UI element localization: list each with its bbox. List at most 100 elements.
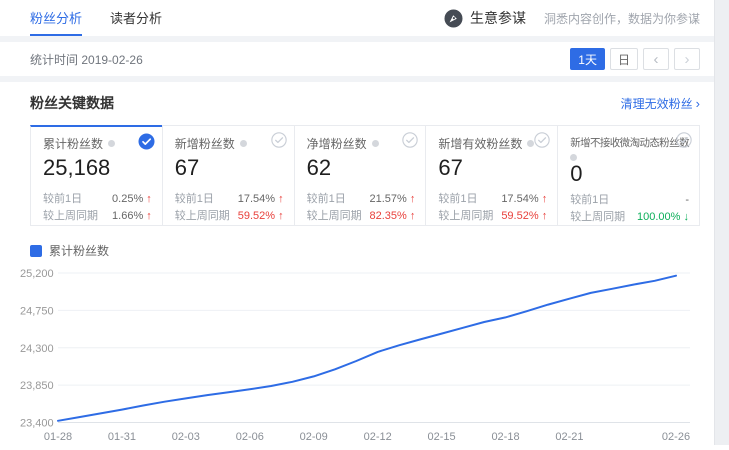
top-nav: 粉丝分析 读者分析 生意参谋 洞悉内容创作，数据为你参谋 <box>0 0 714 36</box>
compare-value: 0.25% <box>112 193 143 205</box>
card-value: 62 <box>307 155 416 181</box>
info-dot-icon <box>570 154 577 161</box>
section-header: 粉丝关键数据 清理无效粉丝› <box>30 92 700 114</box>
svg-text:02-03: 02-03 <box>172 431 200 443</box>
stat-time: 统计时间 2019-02-26 <box>30 51 143 68</box>
trend-down-icon: ↓ <box>684 211 690 223</box>
clean-invalid-fans-link[interactable]: 清理无效粉丝› <box>621 95 700 112</box>
trend-up-icon: ↑ <box>146 210 152 222</box>
card-title: 新增不接收微淘动态粉丝数 <box>570 135 689 151</box>
tab-reader-analysis[interactable]: 读者分析 <box>110 0 162 36</box>
stat-time-label: 统计时间 <box>30 53 78 67</box>
brand-name: 生意参谋 <box>470 8 526 28</box>
card-title: 新增有效粉丝数 <box>438 137 522 151</box>
compare-label: 较前1日 <box>43 191 82 208</box>
scrollbar-track[interactable] <box>714 0 729 445</box>
brand-slogan: 洞悉内容创作，数据为你参谋 <box>544 10 700 27</box>
compare-row: 较前1日 17.54% ↑ <box>175 191 284 208</box>
chart-area: 23,40023,85024,30024,75025,20001-2801-31… <box>20 261 700 450</box>
compare-row: 较上周同期 59.52% ↑ <box>175 208 284 225</box>
card-title: 累计粉丝数 <box>43 137 103 151</box>
card-new-fans[interactable]: 新增粉丝数 67 较前1日 17.54% ↑ 较上周同期 59.52% ↑ <box>162 125 295 226</box>
card-title: 新增粉丝数 <box>175 137 235 151</box>
section-title: 粉丝关键数据 <box>30 93 114 113</box>
compare-value: 17.54% <box>238 193 275 205</box>
prev-date-button[interactable]: ‹ <box>643 48 669 70</box>
info-dot-icon <box>108 140 115 147</box>
compare-value: 17.54% <box>501 193 538 205</box>
compare-label: 较上周同期 <box>43 208 98 225</box>
svg-text:02-15: 02-15 <box>428 431 456 443</box>
compare-label: 较前1日 <box>307 191 346 208</box>
check-circle-selected-icon[interactable] <box>138 133 155 150</box>
compare-row: 较上周同期 59.52% ↑ <box>438 208 547 225</box>
svg-text:01-31: 01-31 <box>108 431 136 443</box>
compare-row: 较前1日 0.25% ↑ <box>43 191 152 208</box>
card-value: 25,168 <box>43 155 152 181</box>
card-new-norecv-fans[interactable]: 新增不接收微淘动态粉丝数 0 较前1日 - 较上周同期 100.00% ↓ <box>557 125 700 226</box>
check-circle-icon[interactable] <box>402 132 418 148</box>
compare-value: 100.00% <box>637 211 680 223</box>
compare-label: 较上周同期 <box>570 209 625 226</box>
svg-text:02-26: 02-26 <box>662 431 690 443</box>
check-circle-icon[interactable] <box>271 132 287 148</box>
compare-value: 21.57% <box>370 193 407 205</box>
trend-up-icon: ↑ <box>278 193 284 205</box>
next-date-button[interactable]: › <box>674 48 700 70</box>
sycm-logo-icon <box>444 9 463 28</box>
compare-value: 82.35% <box>370 210 407 222</box>
info-dot-icon <box>240 140 247 147</box>
svg-text:24,750: 24,750 <box>20 305 54 317</box>
card-net-fans[interactable]: 净增粉丝数 62 较前1日 21.57% ↑ 较上周同期 82.35% ↑ <box>294 125 427 226</box>
compare-row: 较上周同期 1.66% ↑ <box>43 208 152 225</box>
svg-text:02-18: 02-18 <box>491 431 519 443</box>
svg-text:24,300: 24,300 <box>20 343 54 355</box>
compare-label: 较前1日 <box>438 191 477 208</box>
fans-line-chart: 23,40023,85024,30024,75025,20001-2801-31… <box>20 261 712 445</box>
legend-swatch-icon <box>30 245 42 257</box>
compare-row: 较前1日 21.57% ↑ <box>307 191 416 208</box>
compare-value: - <box>685 194 689 206</box>
compare-label: 较上周同期 <box>438 208 493 225</box>
compare-row: 较前1日 17.54% ↑ <box>438 191 547 208</box>
compare-label: 较前1日 <box>175 191 214 208</box>
trend-up-icon: ↑ <box>278 210 284 222</box>
tab-bar: 粉丝分析 读者分析 <box>30 0 162 36</box>
day-picker-button[interactable]: 日 <box>610 48 638 70</box>
kpi-cards: 累计粉丝数 25,168 较前1日 0.25% ↑ 较上周同期 1.66% ↑ <box>30 125 700 226</box>
check-circle-icon[interactable] <box>676 132 692 148</box>
toolbar: 统计时间 2019-02-26 1天 日 ‹ › <box>0 42 714 76</box>
compare-row: 较上周同期 82.35% ↑ <box>307 208 416 225</box>
date-controls: 1天 日 ‹ › <box>570 48 700 70</box>
check-circle-icon[interactable] <box>534 132 550 148</box>
trend-up-icon: ↑ <box>146 193 152 205</box>
trend-up-icon: ↑ <box>542 193 548 205</box>
compare-value: 59.52% <box>238 210 275 222</box>
compare-label: 较上周同期 <box>175 208 230 225</box>
card-new-valid-fans[interactable]: 新增有效粉丝数 67 较前1日 17.54% ↑ 较上周同期 59.52% ↑ <box>425 125 558 226</box>
svg-text:23,850: 23,850 <box>20 380 54 392</box>
clean-link-label: 清理无效粉丝 <box>621 97 693 111</box>
page: 粉丝分析 读者分析 生意参谋 洞悉内容创作，数据为你参谋 统计时间 2019-0… <box>0 0 714 450</box>
card-value: 67 <box>175 155 284 181</box>
trend-up-icon: ↑ <box>410 210 416 222</box>
tab-fans-analysis[interactable]: 粉丝分析 <box>30 0 82 36</box>
main-content: 粉丝关键数据 清理无效粉丝› 累计粉丝数 25,168 较前1日 <box>0 82 714 450</box>
brand: 生意参谋 洞悉内容创作，数据为你参谋 <box>444 8 700 28</box>
svg-text:25,200: 25,200 <box>20 268 54 280</box>
svg-text:02-12: 02-12 <box>364 431 392 443</box>
compare-label: 较上周同期 <box>307 208 362 225</box>
trend-up-icon: ↑ <box>410 193 416 205</box>
svg-text:02-09: 02-09 <box>300 431 328 443</box>
compare-row: 较前1日 - <box>570 192 689 209</box>
chart-legend-item[interactable]: 累计粉丝数 <box>30 242 700 259</box>
stat-time-value: 2019-02-26 <box>81 53 142 67</box>
svg-text:02-06: 02-06 <box>236 431 264 443</box>
legend-label: 累计粉丝数 <box>49 242 109 259</box>
range-1day-button[interactable]: 1天 <box>570 48 605 70</box>
trend-up-icon: ↑ <box>542 210 548 222</box>
svg-text:23,400: 23,400 <box>20 418 54 430</box>
card-total-fans[interactable]: 累计粉丝数 25,168 较前1日 0.25% ↑ 较上周同期 1.66% ↑ <box>30 125 163 226</box>
compare-row: 较上周同期 100.00% ↓ <box>570 209 689 226</box>
svg-text:02-21: 02-21 <box>555 431 583 443</box>
